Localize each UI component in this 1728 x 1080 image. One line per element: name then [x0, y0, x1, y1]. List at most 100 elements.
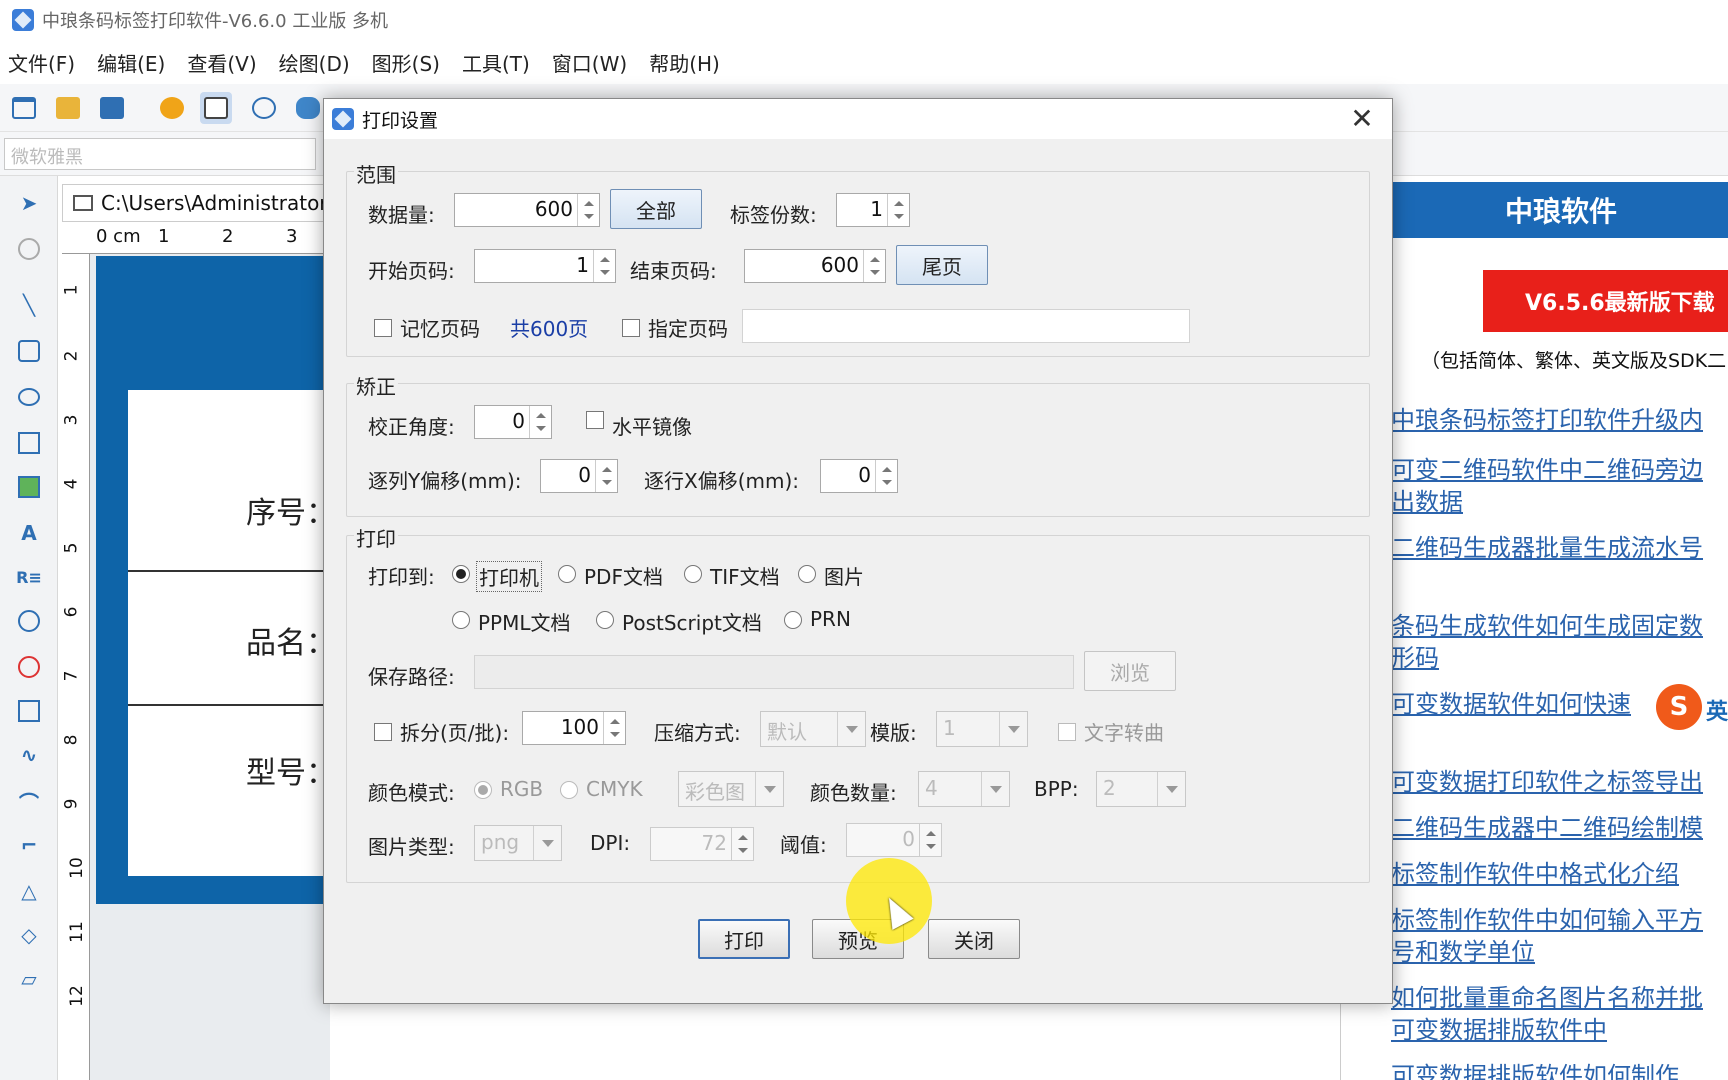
spinner-arrows-icon[interactable] — [875, 460, 897, 492]
document-tab[interactable]: C:\Users\Administrator — [62, 184, 332, 222]
line-tool[interactable]: ╲ — [12, 288, 46, 322]
data-count-spinner[interactable]: 600 — [454, 193, 600, 227]
menu-shape[interactable]: 图形(S) — [372, 48, 440, 77]
menu-view[interactable]: 查看(V) — [187, 48, 256, 77]
select-tool[interactable]: ➤ — [12, 186, 46, 220]
spinner-arrows-icon[interactable] — [731, 828, 753, 860]
spinner-arrows-icon[interactable] — [603, 712, 625, 744]
end-page-spinner[interactable]: 600 — [744, 249, 886, 283]
news-link[interactable]: 形码 — [1391, 642, 1728, 674]
news-link[interactable]: 号和数学单位 — [1391, 936, 1728, 968]
font-family-select[interactable]: 微软雅黑 — [4, 138, 316, 170]
grid-tool[interactable] — [12, 694, 46, 728]
row-x-offset-spinner[interactable]: 0 — [820, 459, 898, 493]
spinner-arrows-icon[interactable] — [577, 194, 599, 226]
print-preview-button[interactable] — [248, 92, 280, 124]
target-ppml-radio[interactable] — [452, 611, 470, 629]
news-link[interactable]: 可变数据排版软件如何制作 — [1391, 1060, 1728, 1080]
spinner-arrows-icon[interactable] — [529, 406, 551, 438]
split-checkbox[interactable] — [374, 723, 392, 741]
last-page-button[interactable]: 尾页 — [896, 245, 988, 285]
rich-text-tool[interactable]: R≡ — [12, 560, 46, 594]
pan-tool[interactable] — [12, 232, 46, 266]
menu-window[interactable]: 窗口(W) — [552, 48, 627, 77]
threshold-spinner[interactable]: 0 — [846, 823, 942, 857]
target-image-radio[interactable] — [798, 565, 816, 583]
image-tool[interactable] — [12, 426, 46, 460]
news-link[interactable]: 可变数据排版软件中 — [1391, 1014, 1728, 1046]
curve-tool[interactable]: ∿ — [12, 738, 46, 772]
color-count-select[interactable]: 4 — [918, 771, 1010, 807]
browse-button[interactable]: 浏览 — [1084, 651, 1176, 691]
spinner-arrows-icon[interactable] — [887, 194, 909, 226]
save-button[interactable] — [96, 92, 128, 124]
spinner-arrows-icon[interactable] — [593, 250, 615, 282]
ellipse-tool[interactable] — [12, 380, 46, 414]
spinner-arrows-icon[interactable] — [919, 824, 941, 856]
specify-page-checkbox[interactable] — [622, 319, 640, 337]
text-to-curve-checkbox[interactable] — [1058, 723, 1076, 741]
menu-tools[interactable]: 工具(T) — [462, 48, 530, 77]
close-icon[interactable]: ✕ — [1346, 103, 1378, 135]
news-link[interactable]: 出数据 — [1391, 486, 1728, 518]
triangle-tool[interactable]: △ — [12, 874, 46, 908]
target-pdf-radio[interactable] — [558, 565, 576, 583]
rectangle-tool[interactable] — [12, 334, 46, 368]
qrcode-tool[interactable] — [12, 650, 46, 684]
bpp-select[interactable]: 2 — [1096, 771, 1186, 807]
diamond-tool[interactable]: ◇ — [12, 918, 46, 952]
barcode-tool[interactable] — [12, 604, 46, 638]
print-button[interactable] — [200, 92, 232, 124]
target-printer-radio[interactable] — [452, 565, 470, 583]
angle-spinner[interactable]: 0 — [474, 405, 552, 439]
news-link[interactable]: 如何批量重命名图片名称并批 — [1391, 982, 1728, 1014]
start-page-spinner[interactable]: 1 — [474, 249, 616, 283]
spinner-arrows-icon[interactable] — [595, 460, 617, 492]
template-select[interactable]: 1 — [936, 711, 1028, 747]
compress-select[interactable]: 默认 — [760, 711, 866, 747]
copies-spinner[interactable]: 1 — [836, 193, 910, 227]
all-button[interactable]: 全部 — [610, 189, 702, 229]
menu-file[interactable]: 文件(F) — [8, 48, 75, 77]
color-mode-cmyk-radio[interactable] — [560, 781, 578, 799]
specify-page-input[interactable] — [742, 309, 1190, 343]
arc-tool[interactable]: ⌒ — [12, 784, 46, 818]
remember-page-checkbox[interactable] — [374, 319, 392, 337]
text-tool[interactable]: A — [12, 516, 46, 550]
menu-help[interactable]: 帮助(H) — [649, 48, 720, 77]
sogou-ime-icon[interactable]: S — [1656, 684, 1702, 730]
new-button[interactable] — [8, 92, 40, 124]
news-link[interactable]: 中琅条码标签打印软件升级内 — [1391, 404, 1728, 436]
split-spinner[interactable]: 100 — [522, 711, 626, 745]
target-tif-radio[interactable] — [684, 565, 702, 583]
news-link[interactable]: 二维码生成器批量生成流水号 — [1391, 532, 1728, 564]
news-link[interactable]: 标签制作软件中如何输入平方 — [1391, 904, 1728, 936]
menu-draw[interactable]: 绘图(D) — [279, 48, 350, 77]
picture-tool[interactable] — [12, 470, 46, 504]
news-link[interactable]: 可变数据打印软件之标签导出 — [1391, 766, 1728, 798]
news-link[interactable]: 可变二维码软件中二维码旁边 — [1391, 454, 1728, 486]
ime-mode-label[interactable]: 英 — [1706, 694, 1728, 726]
news-link[interactable]: 二维码生成器中二维码绘制模 — [1391, 812, 1728, 844]
spinner-arrows-icon[interactable] — [863, 250, 885, 282]
color-mode-rgb-radio[interactable] — [474, 781, 492, 799]
col-y-offset-spinner[interactable]: 0 — [540, 459, 618, 493]
mirror-checkbox[interactable] — [586, 411, 604, 429]
target-prn-radio[interactable] — [784, 611, 802, 629]
image-type-select[interactable]: png — [474, 825, 562, 861]
parallelogram-tool[interactable]: ▱ — [12, 962, 46, 996]
news-link[interactable]: 标签制作软件中格式化介绍 — [1391, 858, 1728, 890]
close-dialog-button[interactable]: 关闭 — [928, 919, 1020, 959]
news-link[interactable]: 条码生成软件如何生成固定数 — [1391, 610, 1728, 642]
settings-button[interactable] — [156, 92, 188, 124]
download-banner[interactable]: V6.5.6最新版下载 — [1483, 270, 1728, 332]
menu-edit[interactable]: 编辑(E) — [97, 48, 165, 77]
color-type-select[interactable]: 彩色图 — [678, 771, 784, 807]
save-path-input[interactable] — [474, 655, 1074, 689]
dpi-spinner[interactable]: 72 — [650, 827, 754, 861]
polyline-tool[interactable]: ⌐ — [12, 828, 46, 862]
target-postscript-radio[interactable] — [596, 611, 614, 629]
open-button[interactable] — [52, 92, 84, 124]
print-confirm-button[interactable]: 打印 — [698, 919, 790, 959]
database-button[interactable] — [292, 92, 324, 124]
